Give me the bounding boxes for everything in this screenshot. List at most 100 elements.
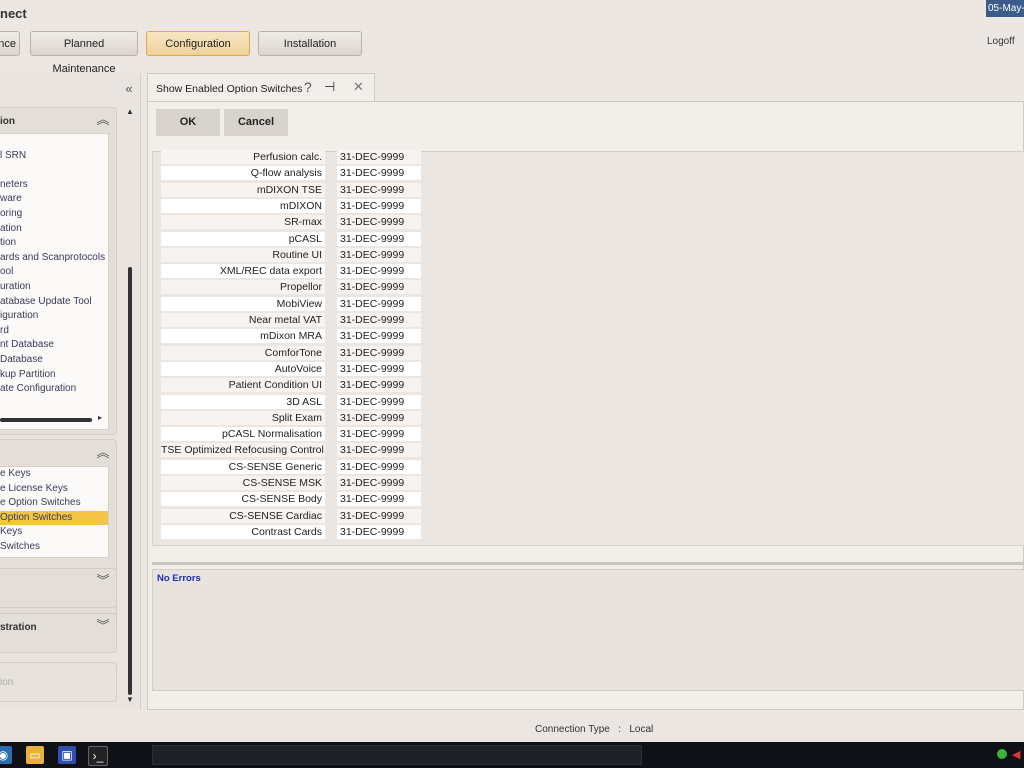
option-expiry-date: 31-DEC-9999	[337, 329, 421, 344]
nav-item[interactable]: rd	[0, 324, 108, 339]
option-expiry-date: 31-DEC-9999	[337, 247, 421, 262]
scroll-up-icon[interactable]: ▲	[126, 107, 134, 116]
nav-item[interactable]: oring	[0, 207, 108, 222]
option-name: Perfusion calc.	[161, 150, 325, 164]
option-expiry-date: 31-DEC-9999	[337, 313, 421, 327]
close-icon[interactable]: ✕	[353, 79, 364, 95]
pin-icon[interactable]: ⊣	[324, 79, 335, 95]
terminal-icon[interactable]: ›_	[88, 746, 108, 766]
option-name: CS-SENSE Generic	[161, 459, 325, 474]
nav-item[interactable]: neters	[0, 178, 108, 193]
option-expiry-date: 31-DEC-9999	[337, 231, 421, 246]
connection-type-value: Local	[629, 724, 654, 735]
nav-item[interactable]: e License Keys	[0, 482, 108, 497]
nav-item[interactable]: e Option Switches	[0, 496, 108, 511]
option-expiry-date: 31-DEC-9999	[337, 378, 421, 393]
status-message: No Errors	[157, 573, 201, 584]
option-expiry-date: 31-DEC-9999	[337, 443, 421, 458]
tab-configuration[interactable]: Configuration	[146, 31, 250, 56]
taskbar-search[interactable]	[152, 745, 642, 765]
nav-item[interactable]: ards and Scanprotocols	[0, 251, 108, 266]
connection-type-label: Connection Type	[535, 724, 610, 735]
nav-item[interactable]: Database	[0, 353, 108, 368]
collapse-panel-icon[interactable]: «	[122, 82, 136, 96]
tab-maintenance[interactable]: nce	[0, 31, 20, 56]
checkmark-icon	[997, 749, 1007, 759]
folder-icon[interactable]: ▭	[26, 746, 44, 764]
application-icon[interactable]: ▣	[58, 746, 76, 764]
option-expiry-date: 31-DEC-9999	[337, 476, 421, 490]
scroll-right-icon[interactable]: ▸	[98, 413, 102, 422]
option-expiry-date: 31-DEC-9999	[337, 508, 421, 523]
option-expiry-date: 31-DEC-9999	[337, 394, 421, 409]
option-name: Patient Condition UI	[161, 378, 325, 393]
option-name: Q-flow analysis	[161, 166, 325, 181]
nav-group-5[interactable]: ion	[0, 662, 117, 702]
scroll-down-icon[interactable]: ▼	[126, 695, 134, 704]
option-expiry-date: 31-DEC-9999	[337, 361, 421, 376]
nav-item[interactable]: tion	[0, 236, 108, 251]
nav-item[interactable]: ware	[0, 192, 108, 207]
tab-label: Show Enabled Option Switches	[156, 83, 303, 95]
option-expiry-date: 31-DEC-9999	[337, 198, 421, 213]
option-name: MobiView	[161, 296, 325, 311]
nav-item[interactable]: atabase Update Tool	[0, 295, 108, 310]
nav-item[interactable]	[0, 134, 108, 149]
nav-item-selected[interactable]: Option Switches	[0, 510, 108, 526]
logoff-link[interactable]: Logoff	[987, 36, 1015, 47]
chevron-up-icon[interactable]: ︽	[96, 113, 110, 127]
option-name: TSE Optimized Refocusing Control	[161, 443, 325, 458]
nav-item[interactable]: ool	[0, 265, 108, 280]
volume-icon[interactable]: ◀	[1012, 748, 1020, 761]
nav-item[interactable]: Switches	[0, 540, 108, 555]
nav-item[interactable]: l SRN	[0, 149, 108, 164]
date-display: 05-May-2	[986, 0, 1024, 17]
nav-item[interactable]: ate Configuration	[0, 382, 108, 397]
option-name: AutoVoice	[161, 361, 325, 376]
nav-item[interactable]: Keys	[0, 525, 108, 540]
option-expiry-date: 31-DEC-9999	[337, 166, 421, 181]
nav-group-4-title: stration	[0, 622, 37, 633]
option-expiry-date: 31-DEC-9999	[337, 427, 421, 442]
nav-group-1: ion ︽ l SRN neters ware oring ation tion…	[0, 107, 117, 435]
nav-item[interactable]: iguration	[0, 309, 108, 324]
connection-type: Connection Type : Local	[535, 724, 653, 735]
option-name: 3D ASL	[161, 394, 325, 409]
nav-item[interactable]: kup Partition	[0, 368, 108, 383]
nav-item[interactable]: ation	[0, 222, 108, 237]
left-navigation-panel: « ion ︽ l SRN neters ware oring ation ti…	[0, 73, 141, 710]
option-name: Propellor	[161, 280, 325, 295]
option-name: CS-SENSE Body	[161, 492, 325, 507]
nav-item[interactable]: uration	[0, 280, 108, 295]
nav-item[interactable]: e Keys	[0, 467, 108, 482]
nav-item[interactable]: nt Database	[0, 338, 108, 353]
option-expiry-date: 31-DEC-9999	[337, 345, 421, 360]
start-icon[interactable]: ◉	[0, 746, 12, 764]
option-name: SR-max	[161, 215, 325, 230]
tab-show-enabled-option-switches[interactable]: Show Enabled Option Switches ? ⊣ ✕	[147, 73, 375, 102]
option-expiry-date: 31-DEC-9999	[337, 492, 421, 507]
ok-button[interactable]: OK	[156, 109, 220, 136]
cancel-button[interactable]: Cancel	[224, 109, 288, 136]
option-name: ComforTone	[161, 345, 325, 360]
nav-group-3[interactable]: ︾	[0, 568, 117, 608]
nav-group-4[interactable]: stration ︾	[0, 613, 117, 653]
tab-planned-maintenance[interactable]: Planned Maintenance	[30, 31, 138, 75]
option-name: pCASL	[161, 231, 325, 246]
option-name: pCASL Normalisation	[161, 427, 325, 442]
option-name: Contrast Cards	[161, 524, 325, 539]
option-expiry-date: 31-DEC-9999	[337, 150, 421, 164]
vertical-scrollbar[interactable]	[128, 267, 132, 695]
main-tab-bar: Show Enabled Option Switches ? ⊣ ✕	[147, 73, 1024, 102]
splitter[interactable]	[152, 562, 1024, 565]
option-expiry-date: 31-DEC-9999	[337, 459, 421, 474]
chevron-down-icon[interactable]: ︾	[96, 574, 110, 588]
nav-item[interactable]	[0, 163, 108, 178]
help-icon[interactable]: ?	[304, 79, 312, 95]
chevron-up-icon[interactable]: ︽	[96, 446, 110, 460]
tab-installation[interactable]: Installation	[258, 31, 362, 56]
nav-group-5-title: ion	[0, 677, 14, 688]
chevron-down-icon[interactable]: ︾	[96, 619, 110, 633]
horizontal-scrollbar[interactable]	[0, 418, 92, 422]
option-expiry-date: 31-DEC-9999	[337, 296, 421, 311]
